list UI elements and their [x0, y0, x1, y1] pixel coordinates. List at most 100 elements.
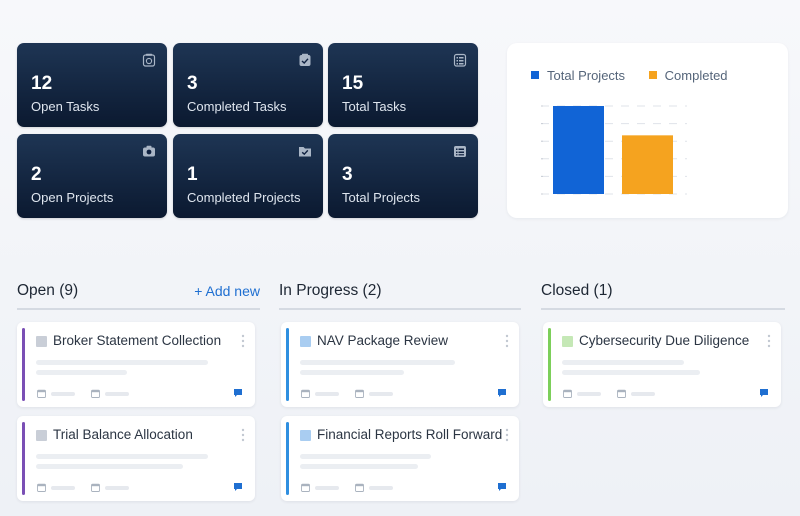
- task-card-financial-reports[interactable]: Financial Reports Roll Forward: [281, 416, 519, 501]
- date-placeholder: [577, 392, 601, 396]
- date-placeholder: [315, 392, 339, 396]
- date-placeholder: [369, 486, 393, 490]
- status-accent: [22, 328, 25, 401]
- task-type-icon: [300, 336, 311, 347]
- column-title: Closed (1): [541, 282, 613, 299]
- column-title: Open (9): [17, 282, 79, 299]
- placeholder-line: [562, 370, 700, 375]
- legend-label: Completed: [664, 67, 728, 83]
- placeholder-line: [300, 454, 431, 459]
- date-placeholder: [369, 392, 393, 396]
- legend-item-total-projects[interactable]: Total Projects: [531, 68, 625, 83]
- stat-label: Completed Projects: [187, 190, 301, 205]
- task-card-broker-statement[interactable]: Broker Statement Collection: [17, 322, 255, 407]
- column-header-open: Open (9) + Add new: [17, 280, 260, 310]
- date-placeholder: [105, 392, 129, 396]
- stat-completed-tasks[interactable]: 3 Completed Tasks: [173, 43, 323, 127]
- calendar-icon: [617, 389, 626, 398]
- task-type-icon: [300, 430, 311, 441]
- chart-bar-completed[interactable]: [622, 135, 673, 194]
- clock-icon: [142, 53, 156, 67]
- projects-chart-card: Total Projects Completed: [507, 43, 788, 218]
- stat-label: Total Tasks: [342, 99, 407, 114]
- task-card-trial-balance[interactable]: Trial Balance Allocation: [17, 416, 255, 501]
- placeholder-line: [300, 370, 404, 375]
- card-title: Cybersecurity Due Diligence: [579, 333, 750, 348]
- task-card-cybersecurity[interactable]: Cybersecurity Due Diligence: [543, 322, 781, 407]
- camera-icon: [143, 145, 155, 157]
- placeholder-line: [36, 370, 127, 375]
- calendar-icon: [37, 389, 46, 398]
- stat-value: 12: [31, 73, 53, 94]
- status-accent: [286, 422, 289, 495]
- checklist-icon: [299, 53, 311, 66]
- stat-open-projects[interactable]: 2 Open Projects: [17, 134, 167, 218]
- status-accent: [548, 328, 551, 401]
- stat-label: Completed Tasks: [187, 99, 287, 114]
- calendar-icon: [91, 483, 100, 492]
- calendar-icon: [91, 389, 100, 398]
- card-title: NAV Package Review: [317, 333, 449, 348]
- stat-value: 15: [342, 73, 364, 94]
- card-title: Financial Reports Roll Forward: [317, 427, 503, 442]
- stat-open-tasks[interactable]: 12 Open Tasks: [17, 43, 167, 127]
- legend-label: Total Projects: [547, 67, 626, 83]
- comment-icon[interactable]: [497, 388, 507, 398]
- task-type-icon: [36, 336, 47, 347]
- task-type-icon: [562, 336, 573, 347]
- placeholder-line: [36, 464, 183, 469]
- task-card-nav-package[interactable]: NAV Package Review: [281, 322, 519, 407]
- column-header-closed: Closed (1): [541, 280, 785, 310]
- more-icon[interactable]: [505, 334, 509, 348]
- stat-label: Total Projects: [342, 190, 421, 205]
- add-new-button[interactable]: + Add new: [194, 283, 260, 299]
- placeholder-line: [300, 360, 455, 365]
- calendar-icon: [37, 483, 46, 492]
- placeholder-line: [562, 360, 684, 365]
- stat-value: 3: [187, 73, 198, 94]
- stat-total-projects[interactable]: 3 Total Projects: [328, 134, 478, 218]
- date-placeholder: [105, 486, 129, 490]
- more-icon[interactable]: [767, 334, 771, 348]
- date-placeholder: [315, 486, 339, 490]
- placeholder-line: [36, 360, 208, 365]
- task-type-icon: [36, 430, 47, 441]
- legend-swatch: [531, 71, 539, 79]
- column-header-in-progress: In Progress (2): [279, 280, 521, 310]
- legend-item-completed[interactable]: Completed: [648, 67, 728, 83]
- date-placeholder: [631, 392, 655, 396]
- stat-completed-projects[interactable]: 1 Completed Projects: [173, 134, 323, 218]
- stat-label: Open Projects: [31, 190, 114, 205]
- comment-icon[interactable]: [233, 388, 243, 398]
- list-icon: [453, 53, 467, 67]
- stat-value: 2: [31, 164, 42, 185]
- placeholder-line: [36, 454, 208, 459]
- folder-check-icon: [299, 147, 311, 157]
- more-icon[interactable]: [505, 428, 509, 442]
- stat-value: 3: [342, 164, 353, 185]
- comment-icon[interactable]: [759, 388, 769, 398]
- calendar-icon: [355, 389, 364, 398]
- calendar-icon: [301, 483, 310, 492]
- date-placeholder: [51, 392, 75, 396]
- more-icon[interactable]: [241, 334, 245, 348]
- stat-label: Open Tasks: [31, 99, 100, 114]
- column-title: In Progress (2): [279, 282, 382, 299]
- more-icon[interactable]: [241, 428, 245, 442]
- calendar-icon: [355, 483, 364, 492]
- chart-bar-total-projects[interactable]: [553, 106, 604, 194]
- stat-total-tasks[interactable]: 15 Total Tasks: [328, 43, 478, 127]
- legend-swatch: [648, 71, 657, 79]
- card-title: Trial Balance Allocation: [53, 427, 193, 442]
- card-title: Broker Statement Collection: [53, 333, 222, 348]
- status-accent: [286, 328, 289, 401]
- placeholder-line: [300, 464, 418, 469]
- list-icon: [454, 146, 466, 157]
- comment-icon[interactable]: [233, 482, 243, 492]
- date-placeholder: [51, 486, 75, 490]
- comment-icon[interactable]: [497, 482, 507, 492]
- chart-legend: Total Projects Completed: [531, 67, 748, 83]
- dashboard-page: 12 Open Tasks 3 Completed Tasks 15 Total…: [0, 0, 800, 516]
- calendar-icon: [301, 389, 310, 398]
- calendar-icon: [563, 389, 572, 398]
